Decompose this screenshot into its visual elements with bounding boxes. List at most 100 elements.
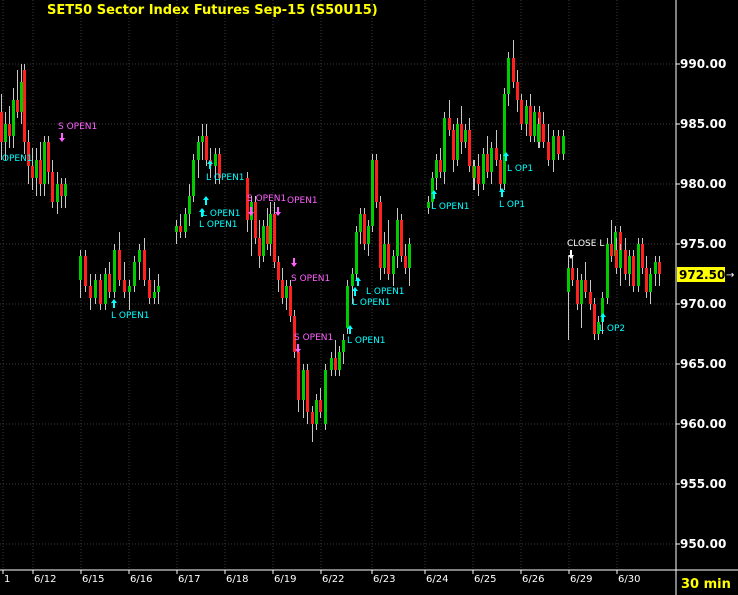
candle-down [452,130,455,160]
candle-down [47,142,50,172]
candle-down [108,274,111,292]
candle-down [60,184,63,196]
candle-down [89,286,92,298]
candle-up [456,124,459,160]
candle-up [427,202,430,208]
y-tick-label: 950.00 [680,537,726,551]
candle-down [289,286,292,316]
candle-up [464,130,467,142]
candle-up [355,232,358,274]
candle-down [277,262,280,280]
candle-down [624,250,627,274]
signal-label: S OPEN1 [291,274,330,284]
candle-up [197,142,200,160]
candle-up [342,340,345,352]
x-tick-label: 6/24 [426,574,448,585]
candle-down [84,256,87,286]
candle-up [214,154,217,166]
candle-down [23,70,26,142]
candle-up [490,148,493,172]
candle-up [351,274,354,286]
candle-down [439,160,442,172]
price-axis: 950.00 955.00 960.00 965.00 970.00 975.00 980.… [676,57,726,551]
x-tick-label: 6/12 [34,574,56,585]
signal-long: L OP1 [503,152,533,174]
chart-window: L OPEN1S OPEN1L OPEN1L OPEN1L OPEN1L OPE… [0,0,738,595]
candle-down [632,256,635,286]
candle-down [641,244,644,268]
signal-label: L OPEN1 [366,287,405,297]
x-tick-label: 6/22 [322,574,344,585]
signal-long: L OP2 [599,313,625,334]
signal-label: CLOSE L [567,239,604,249]
candle-up [104,274,107,304]
candle-down [148,280,151,298]
signal-label: L OPEN1 [347,336,386,346]
chart-title: SET50 Sector Index Futures Sep-15 (S50U1… [47,3,378,18]
candle-up [396,220,399,256]
candle-up [525,106,528,124]
signal-label: L OPEN1 [199,220,238,230]
signal-label: L OP1 [499,200,525,210]
candle-down [610,244,613,256]
signal-long: L OPEN1 [355,277,405,297]
signal-label: L OP1 [507,164,533,174]
y-tick-label: 955.00 [680,477,726,491]
candle-up [79,256,82,280]
candle-down [319,400,322,412]
candle-down [589,292,592,304]
candlestick-chart: L OPEN1S OPEN1L OPEN1L OPEN1L OPEN1L OPE… [0,0,738,595]
candle-up [192,160,195,196]
candle-down [658,262,661,274]
candle-down [179,226,182,232]
signal-label: L OPEN1 [111,311,150,321]
candle-up [113,250,116,292]
trade-signals: L OPEN1S OPEN1L OPEN1L OPEN1L OPEN1L OPE… [0,122,625,353]
candle-up [133,262,136,286]
signal-label: L OPEN1 [431,202,470,212]
candle-up [473,166,476,178]
signal-short: S OPEN1 [291,258,330,284]
candle-up [64,184,67,196]
y-tick-label: 990.00 [680,57,726,71]
candle-up [4,124,7,142]
candle-down [16,100,19,112]
signal-label: L OPEN1 [0,154,33,164]
y-tick-label: 980.00 [680,177,726,191]
candle-up [606,244,609,298]
candle-down [645,268,648,292]
candle-down [31,166,34,178]
x-tick-label: 6/16 [130,574,152,585]
candle-up [567,268,570,292]
candle-down [306,370,309,412]
candle-up [324,370,327,424]
x-tick-label: 6/18 [226,574,248,585]
candle-up [285,286,288,298]
candle-up [637,244,640,286]
candle-down [477,166,480,184]
candle-down [375,160,378,202]
signal-long: L OPEN1 [431,190,470,212]
candle-down [499,160,502,184]
candle-up [654,262,657,274]
candle-down [520,100,523,124]
signal-label: L OPEN1 [352,298,391,308]
candle-up [367,226,370,244]
arrow-down-icon [59,133,65,142]
signal-long: L OPEN1 [202,196,241,219]
x-tick-label: 6/15 [82,574,104,585]
candle-up [330,358,333,370]
candle-up [580,280,583,304]
candle-down [205,136,208,160]
arrow-up-icon [203,196,209,205]
candle-down [512,58,515,82]
x-tick-label: 6/25 [474,574,496,585]
candle-up [175,226,178,232]
x-tick-label: 6/29 [570,574,592,585]
candle-down [8,124,11,136]
signal-label: L OPEN1 [206,173,245,183]
candle-up [138,250,141,262]
candle-down [495,148,498,160]
candle-up [628,256,631,274]
candle-up [94,280,97,298]
